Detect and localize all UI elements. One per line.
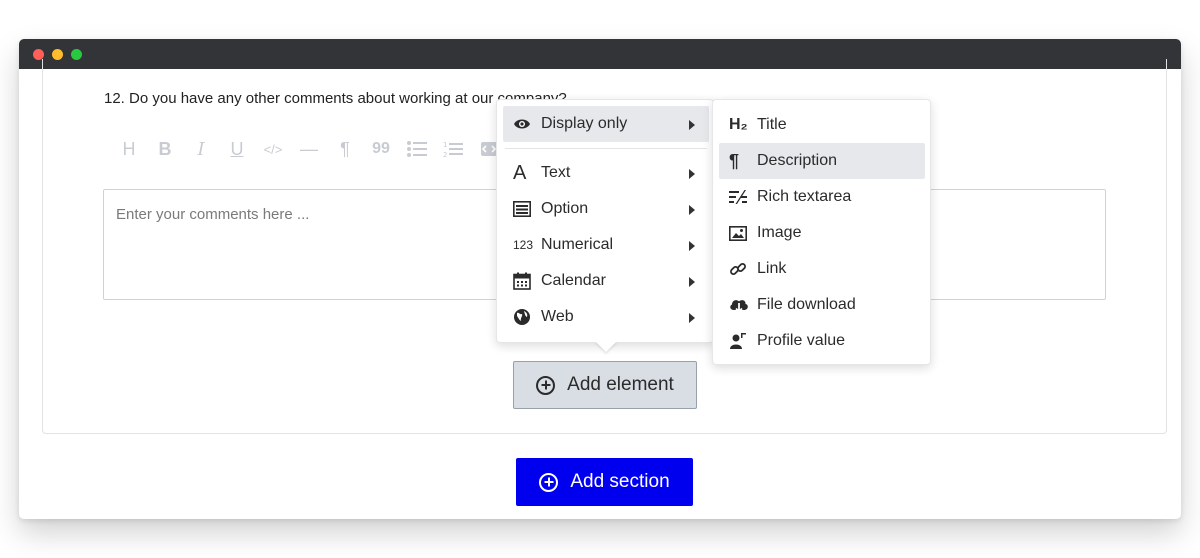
menu-divider bbox=[505, 148, 707, 149]
svg-text:1: 1 bbox=[443, 141, 447, 149]
bullet-list-tool-icon[interactable] bbox=[399, 137, 435, 161]
chevron-right-icon bbox=[689, 241, 695, 251]
menu-item-label: Text bbox=[541, 164, 571, 181]
display-only-submenu: H₂ Title ¶ Description Rich textarea Ima… bbox=[712, 99, 931, 365]
submenu-item-label: Rich textarea bbox=[757, 188, 852, 205]
submenu-item-profile-value[interactable]: Profile value bbox=[719, 323, 925, 359]
add-section-button[interactable]: Add section bbox=[516, 458, 693, 506]
add-element-label: Add element bbox=[567, 374, 674, 395]
menu-item-option[interactable]: Option bbox=[503, 191, 709, 227]
submenu-item-image[interactable]: Image bbox=[719, 215, 925, 251]
link-icon bbox=[729, 260, 751, 278]
cloud-download-icon bbox=[729, 296, 751, 314]
menu-item-label: Display only bbox=[541, 115, 628, 132]
menu-item-web[interactable]: Web bbox=[503, 299, 709, 335]
menu-item-label: Numerical bbox=[541, 236, 614, 253]
horizontal-rule-tool-icon[interactable]: — bbox=[291, 137, 327, 161]
menu-item-calendar[interactable]: Calendar bbox=[503, 263, 709, 299]
menu-item-display-only[interactable]: Display only bbox=[503, 106, 709, 142]
underline-tool-icon[interactable]: U bbox=[219, 137, 255, 161]
code-tool-icon[interactable]: </> bbox=[255, 137, 291, 161]
submenu-item-label: Title bbox=[757, 116, 787, 133]
rich-text-icon bbox=[729, 189, 751, 205]
submenu-item-file-download[interactable]: File download bbox=[719, 287, 925, 323]
submenu-item-label: Description bbox=[757, 152, 838, 169]
svg-text:2: 2 bbox=[443, 151, 447, 158]
add-element-button[interactable]: Add element bbox=[513, 361, 697, 409]
submenu-item-description[interactable]: ¶ Description bbox=[719, 143, 925, 179]
browser-window: 12. Do you have any other comments about… bbox=[19, 39, 1181, 519]
calendar-icon bbox=[513, 272, 535, 290]
image-icon bbox=[729, 225, 751, 241]
menu-item-label: Web bbox=[541, 308, 574, 325]
italic-tool-icon[interactable]: I bbox=[183, 137, 219, 161]
chevron-right-icon bbox=[689, 169, 695, 179]
menu-item-numerical[interactable]: 123 Numerical bbox=[503, 227, 709, 263]
chevron-right-icon bbox=[689, 313, 695, 323]
pilcrow-icon: ¶ bbox=[729, 150, 740, 171]
submenu-item-label: Link bbox=[757, 260, 787, 277]
chevron-right-icon bbox=[689, 277, 695, 287]
list-box-icon bbox=[513, 201, 535, 217]
chevron-right-icon bbox=[689, 120, 695, 130]
menu-item-label: Option bbox=[541, 200, 589, 217]
rich-text-toolbar: H B I U </> — ¶ 99 12 bbox=[111, 136, 507, 162]
heading-icon: H₂ bbox=[729, 116, 748, 133]
profile-icon bbox=[729, 332, 751, 350]
heading-tool-icon[interactable]: H bbox=[111, 137, 147, 161]
menu-item-text[interactable]: A Text bbox=[503, 155, 709, 191]
menu-item-label: Calendar bbox=[541, 272, 606, 289]
submenu-item-label: File download bbox=[757, 296, 856, 313]
paragraph-tool-icon[interactable]: ¶ bbox=[327, 137, 363, 161]
globe-icon bbox=[513, 308, 535, 326]
submenu-item-title[interactable]: H₂ Title bbox=[719, 107, 925, 143]
add-section-label: Add section bbox=[570, 471, 670, 492]
submenu-item-link[interactable]: Link bbox=[719, 251, 925, 287]
plus-circle-icon bbox=[536, 375, 556, 395]
element-type-menu: Display only A Text Option 123 Numerical… bbox=[496, 99, 714, 343]
bold-tool-icon[interactable]: B bbox=[147, 137, 183, 161]
submenu-item-label: Image bbox=[757, 224, 802, 241]
eye-icon bbox=[513, 118, 535, 130]
submenu-item-label: Profile value bbox=[757, 332, 846, 349]
numbered-list-tool-icon[interactable]: 12 bbox=[435, 137, 471, 161]
letter-a-icon: A bbox=[513, 161, 527, 184]
menu-pointer bbox=[595, 341, 617, 352]
chevron-right-icon bbox=[689, 205, 695, 215]
plus-circle-icon bbox=[539, 472, 559, 492]
submenu-item-rich-textarea[interactable]: Rich textarea bbox=[719, 179, 925, 215]
quote-tool-icon[interactable]: 99 bbox=[363, 137, 399, 161]
numbers-icon: 123 bbox=[513, 238, 534, 252]
